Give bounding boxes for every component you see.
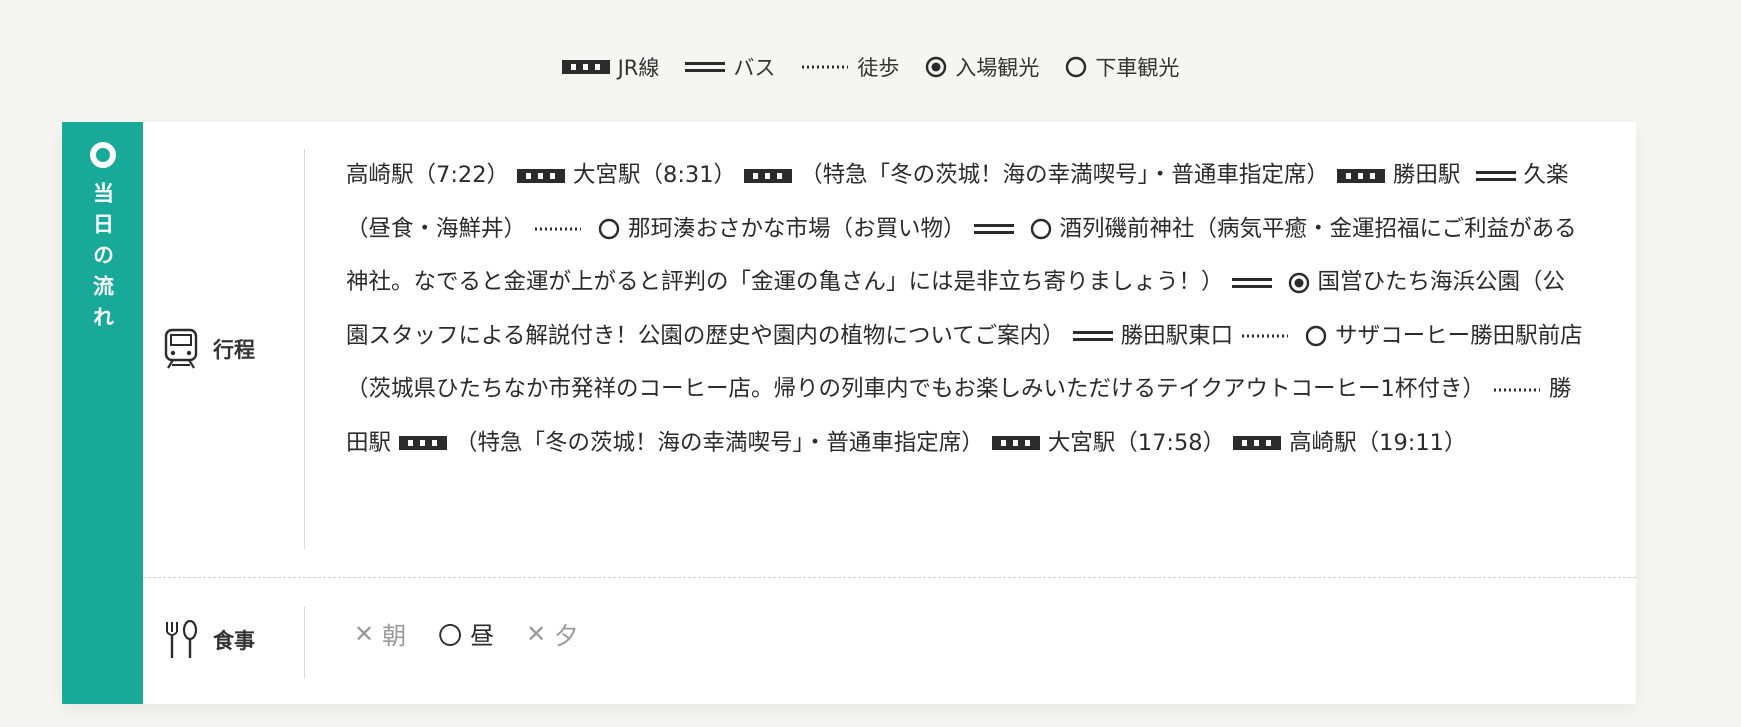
meal-divider [304,606,305,678]
meal-breakfast: ✕ 朝 [354,616,406,651]
legend-bus: バス [685,52,775,82]
utensils-icon [166,620,198,658]
circle-icon: 〇 [438,622,463,650]
stop-katsuta-east: 勝田駅東口 [1120,322,1234,349]
legend-jr-label: JR線 [617,56,660,80]
meal-lunch: 〇 昼 [438,616,494,651]
drop-off-visit-icon [1305,325,1327,347]
bus-line-icon [1475,170,1516,181]
schedule-divider [304,149,305,549]
drop-off-visit-icon [598,218,620,240]
meal-dinner-label: 夕 [554,622,579,650]
walk-line-icon [802,65,849,69]
meal-lunch-label: 昼 [470,622,495,650]
drop-off-visit-icon [1066,56,1087,78]
schedule-label-group: 行程 [163,328,255,370]
legend-drop-label: 下車観光 [1095,56,1180,80]
admission-visit-icon [1288,272,1309,293]
legend-drop: 下車観光 [1065,52,1179,82]
bus-line-icon [973,224,1014,234]
legend-walk-label: 徒歩 [857,56,900,80]
train-note-return: （特急「冬の茨城！海の幸満喫号」・普通車指定席） [455,429,984,456]
meal-label-group: 食事 [163,620,255,660]
side-tab-title: 当日の流れ [90,182,115,337]
walk-line-icon [1493,388,1540,391]
bus-line-icon [685,62,726,72]
meal-list: ✕ 朝 〇 昼 ✕ 夕 [354,616,578,651]
itinerary-text: 高崎駅（7:22） 大宮駅（8:31） （特急「冬の茨城！海の幸満喫号」・普通車指定… [346,149,1586,470]
jr-line-icon [1233,436,1282,450]
day-schedule-card: 当日の流れ 行程 高崎駅（7:22） 大宮駅（8:31） （特急「冬の茨城！海の幸満… [62,122,1636,704]
route-legend: JR線 バス 徒歩 入場観光 下車観光 [0,52,1741,82]
jr-line-icon [399,436,448,450]
ring-icon [89,142,116,168]
side-tab: 当日の流れ [62,122,143,704]
legend-visit-label: 入場観光 [955,56,1040,80]
jr-line-icon [991,436,1040,450]
legend-walk: 徒歩 [801,52,899,82]
train-note-outbound: （特急「冬の茨城！海の幸満喫号」・普通車指定席） [800,162,1329,188]
walk-line-icon [1242,334,1289,338]
bus-line-icon [1231,277,1272,288]
stop-omiya: 大宮駅（8:31） [573,162,737,188]
meal-dinner: ✕ 夕 [526,616,578,651]
stop-omiya-return: 大宮駅（17:58） [1047,429,1226,456]
legend-jr: JR線 [561,52,660,82]
stop-takasaki: 高崎駅（7:22） [346,162,510,188]
jr-line-icon [561,60,610,74]
meal-row: 食事 ✕ 朝 〇 昼 ✕ 夕 [143,578,1636,704]
legend-visit: 入場観光 [925,52,1039,82]
meal-breakfast-label: 朝 [382,622,407,650]
admission-visit-icon [926,56,947,78]
drop-off-visit-icon [1030,218,1051,240]
cross-icon: ✕ [354,619,375,648]
bus-line-icon [1072,331,1113,341]
stop-takasaki-return: 高崎駅（19:11） [1289,429,1467,456]
jr-line-icon [517,168,566,183]
train-icon [164,328,198,369]
schedule-row: 行程 高崎駅（7:22） 大宮駅（8:31） （特急「冬の茨城！海の幸満喫号」・普通… [143,122,1636,578]
legend-bus-label: バス [733,56,776,80]
schedule-label: 行程 [213,338,255,362]
walk-line-icon [535,227,582,231]
stop-katsuta: 勝田駅 [1392,162,1461,188]
cross-icon: ✕ [526,619,547,648]
jr-line-icon [1336,168,1385,183]
stop-fish-market: 那珂湊おさかな市場（お買い物） [628,215,966,242]
jr-line-icon [744,168,793,183]
meal-label: 食事 [213,629,255,653]
